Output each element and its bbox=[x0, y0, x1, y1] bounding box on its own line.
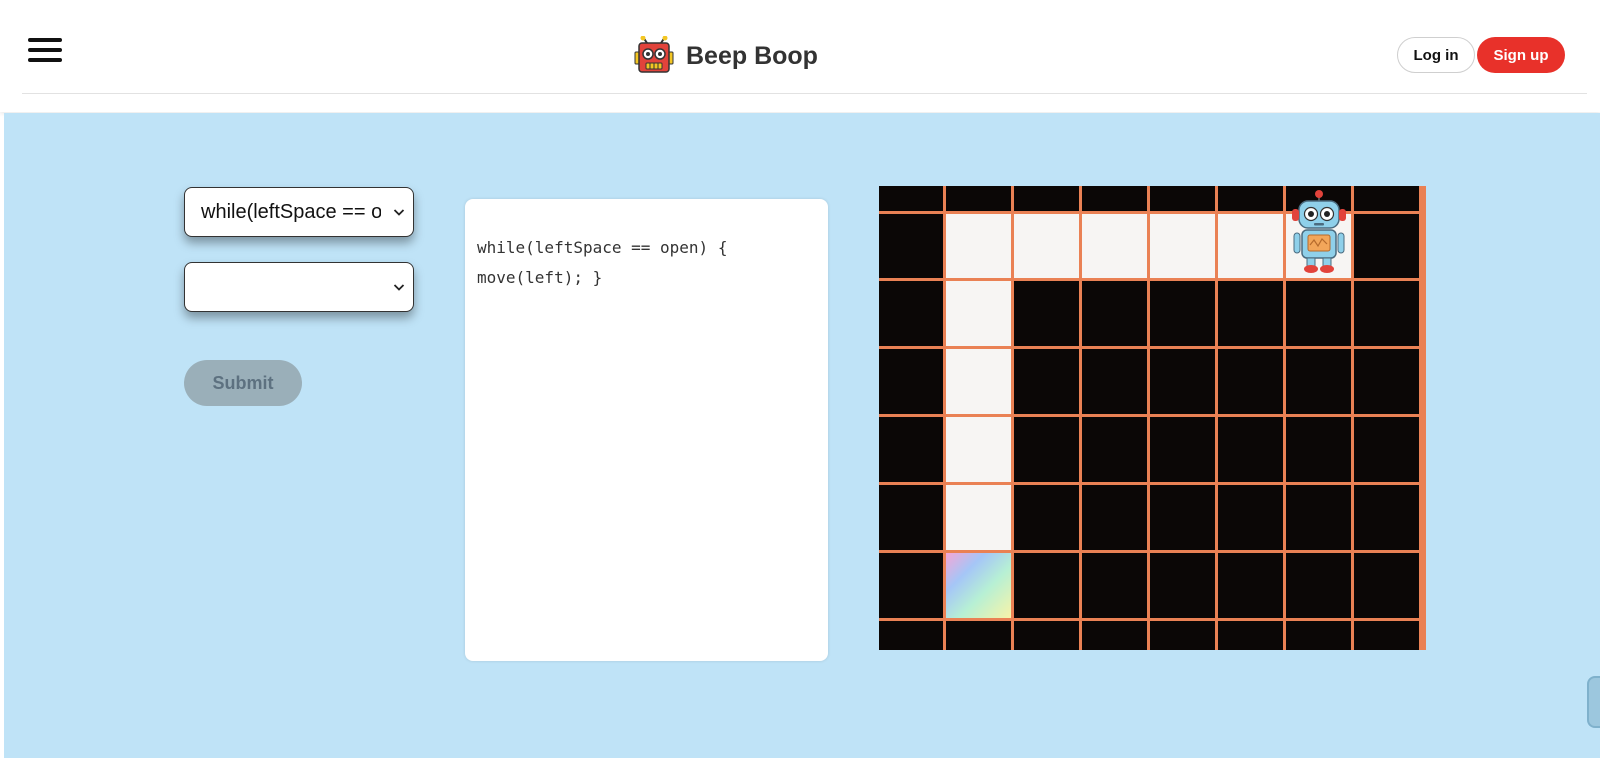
maze-cell-wall bbox=[1082, 281, 1147, 346]
hamburger-menu-icon[interactable] bbox=[28, 38, 62, 64]
maze-cell-wall bbox=[879, 553, 943, 618]
maze-cell-wall bbox=[1014, 553, 1079, 618]
maze-cell-wall bbox=[1082, 621, 1147, 650]
maze-cell-wall bbox=[1354, 281, 1419, 346]
maze-cell-wall bbox=[1150, 621, 1215, 650]
code-text: while(leftSpace == open) { move(left); } bbox=[477, 238, 728, 287]
maze-cell-wall bbox=[1218, 281, 1283, 346]
maze-cell-wall bbox=[1150, 281, 1215, 346]
maze-cell-open bbox=[1150, 214, 1215, 278]
maze-cell-wall bbox=[1014, 485, 1079, 550]
brand-title: Beep Boop bbox=[686, 41, 818, 70]
maze-cell-wall bbox=[1082, 417, 1147, 482]
maze-cell-wall bbox=[1082, 186, 1147, 211]
maze-cell-wall bbox=[1150, 553, 1215, 618]
maze-cell-wall bbox=[1082, 485, 1147, 550]
maze-cell-wall bbox=[1218, 186, 1283, 211]
maze-cell-open bbox=[946, 417, 1011, 482]
maze-cell-wall bbox=[1218, 349, 1283, 414]
robot-logo-icon bbox=[634, 36, 674, 73]
maze-cell-open bbox=[946, 281, 1011, 346]
login-button[interactable]: Log in bbox=[1397, 37, 1475, 73]
brand[interactable]: Beep Boop bbox=[634, 36, 818, 76]
maze-cell-goal bbox=[946, 553, 1011, 618]
maze-cell-wall bbox=[1218, 621, 1283, 650]
maze-cell-wall bbox=[1082, 349, 1147, 414]
maze-cell-wall bbox=[1286, 553, 1351, 618]
maze-cell-wall bbox=[1014, 621, 1079, 650]
maze-cell-wall bbox=[879, 281, 943, 346]
scrollbar-thumb[interactable] bbox=[1587, 676, 1600, 728]
maze-cell-wall bbox=[1286, 281, 1351, 346]
maze-cell-wall bbox=[1286, 417, 1351, 482]
maze-cell-wall bbox=[1354, 186, 1419, 211]
maze-cell-open bbox=[946, 485, 1011, 550]
maze-cell-wall bbox=[879, 485, 943, 550]
maze-cell-wall bbox=[879, 621, 943, 650]
maze-cell-wall bbox=[1014, 349, 1079, 414]
maze-cell-wall bbox=[1286, 485, 1351, 550]
maze-cell-wall bbox=[1014, 281, 1079, 346]
maze-cell-wall bbox=[1218, 553, 1283, 618]
maze-cell-wall bbox=[1286, 621, 1351, 650]
maze-cell-wall bbox=[1354, 214, 1419, 278]
maze-cell-open bbox=[1014, 214, 1079, 278]
maze-cell-wall bbox=[946, 621, 1011, 650]
maze-cell-wall bbox=[879, 349, 943, 414]
header-divider bbox=[22, 93, 1587, 94]
code-panel: while(leftSpace == open) { move(left); } bbox=[465, 199, 828, 661]
maze-cell-wall bbox=[1218, 485, 1283, 550]
maze-cell-wall bbox=[1150, 349, 1215, 414]
maze-cell-open bbox=[1082, 214, 1147, 278]
maze-cell-open bbox=[946, 214, 1011, 278]
maze-cell-wall bbox=[879, 214, 943, 278]
maze-cell-wall bbox=[1354, 349, 1419, 414]
maze-cell-open bbox=[946, 349, 1011, 414]
action-select[interactable] bbox=[184, 262, 414, 312]
maze-cell-wall bbox=[879, 186, 943, 211]
signup-button[interactable]: Sign up bbox=[1477, 37, 1565, 73]
site-header: Beep Boop Log in Sign up bbox=[0, 0, 1600, 112]
maze-cell-wall bbox=[1354, 621, 1419, 650]
chevron-down-icon bbox=[393, 284, 405, 291]
maze-cell-wall bbox=[1354, 553, 1419, 618]
maze-cell-wall bbox=[1354, 417, 1419, 482]
robot-character-icon bbox=[1292, 190, 1346, 273]
command-select-value: while(leftSpace == open) { bbox=[201, 201, 381, 223]
maze-cell-open bbox=[1218, 214, 1283, 278]
maze-cell-wall bbox=[1218, 417, 1283, 482]
maze-cell-wall bbox=[1014, 186, 1079, 211]
chevron-down-icon bbox=[393, 209, 405, 216]
maze-cell-wall bbox=[1014, 417, 1079, 482]
maze-cell-wall bbox=[946, 186, 1011, 211]
maze-cell-wall bbox=[1286, 349, 1351, 414]
maze-cell-wall bbox=[1150, 485, 1215, 550]
maze-cell-wall bbox=[1150, 417, 1215, 482]
maze-cell-wall bbox=[1354, 485, 1419, 550]
maze-cell-wall bbox=[1150, 186, 1215, 211]
command-select[interactable]: while(leftSpace == open) { bbox=[184, 187, 414, 237]
maze-cell-wall bbox=[1082, 553, 1147, 618]
submit-button[interactable]: Submit bbox=[184, 360, 302, 406]
maze-cell-wall bbox=[879, 417, 943, 482]
